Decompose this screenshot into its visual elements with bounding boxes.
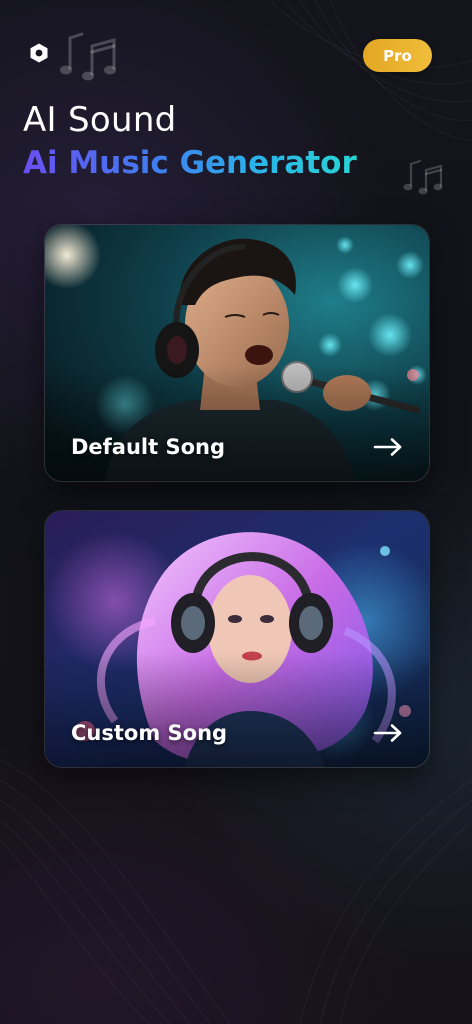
settings-button[interactable]: [24, 38, 54, 68]
app-title: AI Sound: [23, 100, 177, 140]
pro-label: Pro: [383, 46, 412, 65]
music-notes-decoration-icon: [60, 32, 116, 81]
default-song-card[interactable]: Default Song: [44, 224, 430, 482]
arrow-right-icon[interactable]: [373, 723, 403, 743]
arrow-right-icon[interactable]: [373, 437, 403, 457]
app-subtitle: Ai Music Generator: [23, 145, 357, 181]
pro-upgrade-button[interactable]: Pro: [363, 39, 432, 72]
custom-song-label: Custom Song: [71, 721, 228, 745]
default-song-label: Default Song: [71, 435, 226, 459]
hexagon-settings-icon: [30, 43, 48, 63]
music-notes-decoration-icon: [403, 159, 443, 195]
custom-song-card[interactable]: Custom Song: [44, 510, 430, 768]
top-bar: Pro: [0, 0, 472, 100]
